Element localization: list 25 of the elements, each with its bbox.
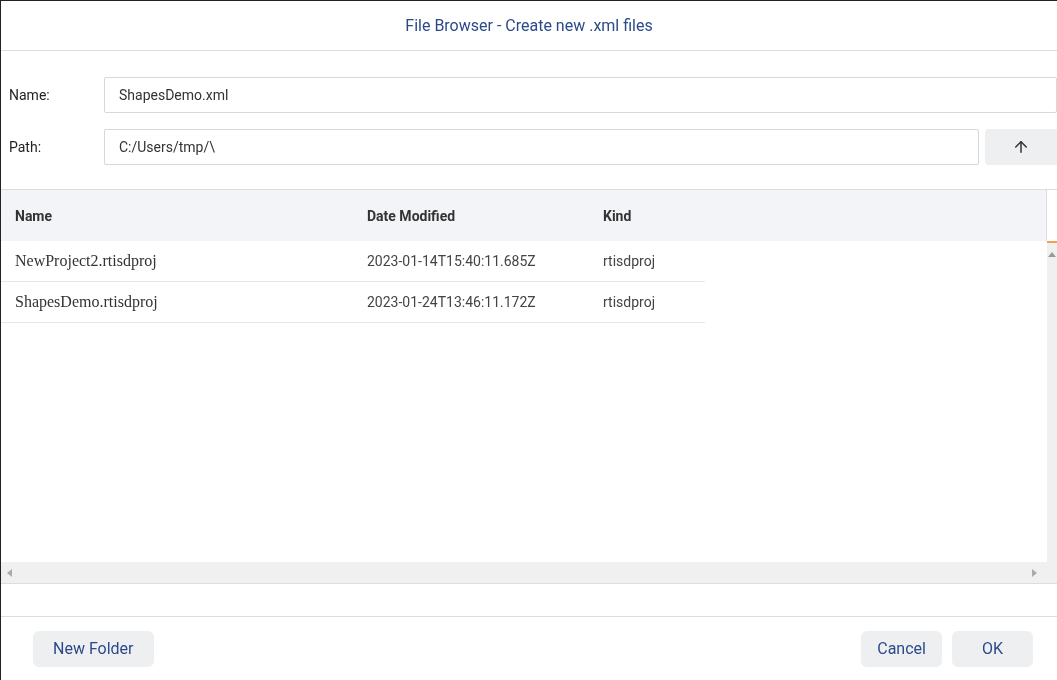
column-header[interactable]: Date Modified (367, 207, 603, 224)
date-cell-text: 2023-01-14T15:40:11.685Z (367, 253, 537, 269)
path-field[interactable]: C:/Users/tmp/\ (104, 129, 979, 165)
date-cell-text: 2023-01-24T13:46:11.172Z (367, 294, 537, 310)
ok-button[interactable]: OK (951, 630, 1033, 667)
field-label: Path: (9, 139, 43, 155)
field-label: Name: (9, 87, 51, 103)
column-header[interactable]: Name (15, 207, 367, 224)
name-field[interactable]: ShapesDemo.xml (104, 77, 1057, 113)
file-name: ShapesDemo.rtisdproj (15, 293, 159, 311)
file-row[interactable]: ShapesDemo.rtisdproj 2023-01-24T13:46:11.172Z rtisdproj (1, 282, 705, 323)
file-row[interactable]: NewProject2.rtisdproj 2023-01-14T15:40:11.685Z rtisdproj (1, 241, 705, 282)
file-name: NewProject2.rtisdproj (15, 252, 158, 270)
up-button[interactable] (985, 129, 1057, 165)
dialog-title: File Browser - Create new .xml files (405, 16, 653, 35)
vertical-scrollbar[interactable] (1047, 241, 1057, 562)
horizontal-scrollbar[interactable] (1, 562, 1057, 584)
scroll-left-icon[interactable] (7, 569, 12, 577)
cancel-button[interactable]: Cancel (861, 630, 942, 667)
new-folder-button[interactable]: New Folder (33, 630, 154, 667)
kind-cell-text: rtisdproj (603, 253, 656, 269)
kind-cell-text: rtisdproj (603, 294, 656, 310)
column-header[interactable]: Kind (603, 207, 1046, 224)
scroll-right-icon[interactable] (1032, 569, 1037, 577)
scroll-up-icon[interactable] (1048, 251, 1056, 257)
